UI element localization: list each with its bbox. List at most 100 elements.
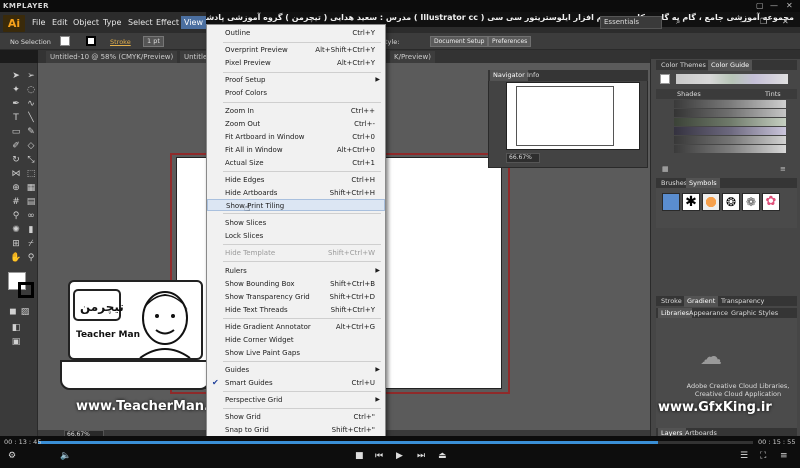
menu-item-proof-setup[interactable]: Proof Setup ▶ (207, 74, 385, 86)
shade-row-2[interactable] (674, 109, 786, 117)
tab-transparency[interactable]: Transparency (718, 296, 767, 307)
stroke-swatch[interactable] (86, 36, 96, 46)
perspective-grid-tool-icon[interactable]: ▦ (24, 182, 38, 194)
menu-file[interactable]: File (32, 18, 45, 27)
menu-effect[interactable]: Effect (156, 18, 179, 27)
menu-item-show-grid[interactable]: Show Grid Ctrl+" (207, 411, 385, 423)
search-icon[interactable]: ⌕ (676, 17, 680, 27)
shade-row-4[interactable] (674, 127, 786, 135)
menu-select[interactable]: Select (128, 18, 153, 27)
width-tool-icon[interactable]: ⋈ (9, 168, 23, 180)
scale-tool-icon[interactable]: ⤡ (24, 154, 38, 166)
artboard-tool-icon[interactable]: ⊞ (9, 238, 23, 250)
gradient-mode-icon[interactable]: ▨ (18, 306, 32, 318)
tab-info[interactable]: Info (524, 70, 542, 81)
type-tool-icon[interactable]: T (9, 112, 23, 124)
menu-item-outline[interactable]: Outline Ctrl+Y (207, 27, 385, 39)
play-icon[interactable]: ▶ (396, 451, 403, 461)
symbol-blue-banner[interactable] (662, 193, 680, 211)
menu-item-fit-artboard[interactable]: Fit Artboard in Window Ctrl+0 (207, 131, 385, 143)
menu-type[interactable]: Type (103, 18, 121, 27)
draw-mode-icon[interactable]: ◧ (9, 322, 23, 334)
menu-edit[interactable]: Edit (52, 18, 68, 27)
menu-item-snap-to-grid[interactable]: Snap to Grid Shift+Ctrl+" (207, 424, 385, 436)
stop-icon[interactable]: ■ (355, 451, 364, 461)
tab-cmyk-preview[interactable]: K/Preview) (390, 51, 435, 63)
free-transform-tool-icon[interactable]: ⬚ (24, 168, 38, 180)
menu-view[interactable]: View (181, 16, 206, 29)
shade-row-5[interactable] (674, 136, 786, 144)
hand-tool-icon[interactable]: ✋ (9, 252, 23, 264)
zoom-tool-icon[interactable]: ⚲ (24, 252, 38, 264)
rotate-tool-icon[interactable]: ↻ (9, 154, 23, 166)
shaper-tool-icon[interactable]: ✐ (9, 140, 23, 152)
player-minimize-icon[interactable]: — (770, 0, 778, 12)
rectangle-tool-icon[interactable]: ▭ (9, 126, 23, 138)
selection-tool-icon[interactable]: ➤ (9, 70, 23, 82)
stroke-weight-field[interactable]: 1 pt (143, 36, 164, 47)
preferences-button[interactable]: Preferences (488, 36, 532, 47)
menu-icon[interactable]: ≡ (780, 451, 788, 461)
blend-tool-icon[interactable]: ∞ (24, 210, 38, 222)
menu-item-hide-corner-widget[interactable]: Hide Corner Widget (207, 334, 385, 346)
menu-item-pixel-preview[interactable]: Pixel Preview Alt+Ctrl+Y (207, 57, 385, 69)
gradient-tool-icon[interactable]: ▤ (24, 196, 38, 208)
symbol-dots-ring[interactable]: ❂ (722, 193, 740, 211)
menu-item-overprint-preview[interactable]: Overprint Preview Alt+Shift+Ctrl+Y (207, 44, 385, 56)
menu-item-show-live-paint-gaps[interactable]: Show Live Paint Gaps (207, 347, 385, 359)
player-restore-icon[interactable]: ▢ (756, 0, 764, 12)
eyedropper-tool-icon[interactable]: ⚲ (9, 210, 23, 222)
menu-item-zoom-in[interactable]: Zoom In Ctrl++ (207, 105, 385, 117)
menu-item-zoom-out[interactable]: Zoom Out Ctrl+- (207, 118, 385, 130)
menu-item-show-transparency-grid[interactable]: Show Transparency Grid Shift+Ctrl+D (207, 291, 385, 303)
screen-mode-icon[interactable]: ▣ (9, 336, 23, 348)
close-icon[interactable]: ✕ (782, 17, 789, 26)
shape-builder-tool-icon[interactable]: ⊕ (9, 182, 23, 194)
maximize-icon[interactable]: ❐ (760, 17, 767, 26)
menu-item-smart-guides[interactable]: ✔ Smart Guides Ctrl+U (207, 377, 385, 389)
slice-tool-icon[interactable]: ⌿ (24, 238, 38, 250)
settings-icon[interactable]: ⚙ (8, 451, 16, 461)
playlist-icon[interactable]: ☰ (740, 451, 748, 461)
shade-row-6[interactable] (674, 145, 786, 153)
previous-icon[interactable]: ⏮ (375, 451, 383, 461)
menu-item-hide-edges[interactable]: Hide Edges Ctrl+H (207, 174, 385, 186)
swatch-options-icon[interactable]: ▦ (662, 165, 669, 173)
pen-tool-icon[interactable]: ✒ (9, 98, 23, 110)
tab-untitled-10[interactable]: Untitled-10 @ 58% (CMYK/Preview) (46, 51, 178, 63)
harmony-colors[interactable] (676, 74, 788, 84)
fill-swatch[interactable] (60, 36, 70, 46)
symbol-flower[interactable]: ✿ (762, 193, 780, 211)
menu-item-show-print-tiling[interactable]: Show Print Tiling (207, 199, 385, 211)
column-graph-tool-icon[interactable]: ▮ (24, 224, 38, 236)
shade-row-3[interactable] (674, 118, 786, 126)
stroke-label[interactable]: Stroke (110, 38, 131, 46)
symbol-chain[interactable]: ❁ (742, 193, 760, 211)
menu-item-guides[interactable]: Guides ▶ (207, 364, 385, 376)
menu-item-proof-colors[interactable]: Proof Colors (207, 87, 385, 99)
document-setup-button[interactable]: Document Setup (430, 36, 489, 47)
stroke-color-box[interactable] (18, 282, 34, 298)
shade-row-1[interactable] (674, 100, 786, 108)
symbol-sprayer-tool-icon[interactable]: ✺ (9, 224, 23, 236)
base-color-swatch[interactable] (660, 74, 670, 84)
tab-color-guide[interactable]: Color Guide (708, 60, 753, 71)
menu-item-rulers[interactable]: Rulers ▶ (207, 265, 385, 277)
menu-item-hide-gradient-annotator[interactable]: Hide Gradient Annotator Alt+Ctrl+G (207, 321, 385, 333)
menu-item-show-slices[interactable]: Show Slices (207, 217, 385, 229)
menu-item-actual-size[interactable]: Actual Size Ctrl+1 (207, 157, 385, 169)
player-close-icon[interactable]: ✕ (786, 0, 793, 12)
eject-icon[interactable]: ⏏ (438, 451, 447, 461)
symbol-orange-ball[interactable] (702, 193, 720, 211)
menu-item-hide-artboards[interactable]: Hide Artboards Shift+Ctrl+H (207, 187, 385, 199)
magic-wand-tool-icon[interactable]: ✦ (9, 84, 23, 96)
paintbrush-tool-icon[interactable]: ✎ (24, 126, 38, 138)
lasso-tool-icon[interactable]: ◌ (24, 84, 38, 96)
tab-gradient[interactable]: Gradient (684, 296, 719, 307)
fullscreen-icon[interactable]: ⛶ (760, 451, 766, 461)
menu-object[interactable]: Object (73, 18, 99, 27)
tab-stroke[interactable]: Stroke (658, 296, 685, 307)
workspace-switcher[interactable]: Essentials (600, 16, 662, 29)
symbol-splatter[interactable]: ✱ (682, 193, 700, 211)
menu-item-hide-text-threads[interactable]: Hide Text Threads Shift+Ctrl+Y (207, 304, 385, 316)
